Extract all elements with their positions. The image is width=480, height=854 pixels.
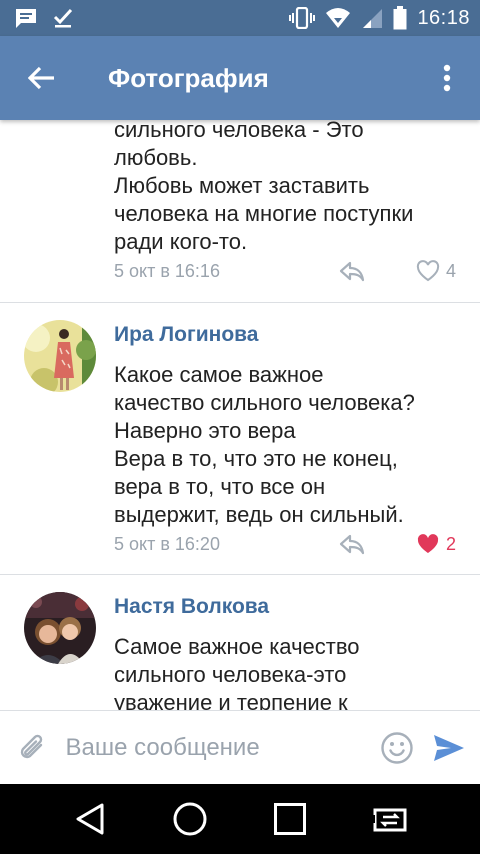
like-count: 4 bbox=[445, 260, 456, 281]
comment-text: Самое важное качество сильного человека-… bbox=[114, 633, 470, 710]
comment-text: Какое самое важное качество сильного чел… bbox=[114, 361, 470, 529]
smiley-icon bbox=[380, 731, 413, 764]
compose-bar bbox=[0, 710, 480, 784]
circle-home-icon bbox=[173, 802, 207, 836]
divider bbox=[0, 302, 480, 303]
reply-icon[interactable] bbox=[338, 260, 366, 282]
attach-button[interactable] bbox=[0, 711, 66, 785]
nav-rotate-button[interactable] bbox=[360, 789, 420, 849]
comment-author[interactable]: Настя Волкова bbox=[114, 595, 269, 619]
back-button[interactable] bbox=[0, 36, 84, 120]
message-notification-icon bbox=[14, 7, 38, 29]
vibrate-icon bbox=[289, 7, 316, 29]
battery-icon bbox=[393, 6, 407, 30]
status-bar: 16:18 bbox=[0, 0, 480, 36]
comment-line: выдержит, ведь он сильный. bbox=[114, 502, 404, 527]
heart-filled-icon bbox=[417, 534, 439, 553]
like-button[interactable]: 2 bbox=[416, 533, 456, 555]
comment-line: вера в то, что все он bbox=[114, 474, 326, 499]
emoji-button[interactable] bbox=[376, 711, 418, 785]
screen-rotate-icon bbox=[371, 808, 407, 832]
nav-recents-button[interactable] bbox=[260, 789, 320, 849]
triangle-back-icon bbox=[76, 803, 104, 835]
nav-home-button[interactable] bbox=[160, 789, 220, 849]
send-button[interactable] bbox=[418, 711, 480, 785]
signal-icon bbox=[361, 7, 383, 29]
comment-line: Самое важное качество bbox=[114, 634, 360, 659]
comment-line: ради кого-то. bbox=[114, 229, 248, 254]
more-vert-icon bbox=[443, 64, 451, 92]
divider bbox=[0, 574, 480, 575]
comments-list[interactable]: сильного человека - Это любовь. Любовь м… bbox=[0, 120, 480, 710]
comment-line: Наверно это вера bbox=[114, 418, 296, 443]
square-recents-icon bbox=[274, 803, 306, 835]
comment-text: сильного человека - Это любовь. Любовь м… bbox=[114, 120, 470, 256]
task-done-icon bbox=[52, 7, 74, 29]
app-bar: Фотография bbox=[0, 36, 480, 120]
comment-author[interactable]: Ира Логинова bbox=[114, 323, 258, 347]
comment-time: 5 окт в 16:20 bbox=[114, 533, 220, 554]
comment-time: 5 окт в 16:16 bbox=[114, 260, 220, 281]
comment-line: сильного человека - Это bbox=[114, 120, 364, 142]
system-nav-bar bbox=[0, 784, 480, 854]
comment-line: уважение и терпение к bbox=[114, 690, 348, 710]
clock: 16:18 bbox=[417, 6, 470, 29]
comment-line: человека на многие поступки bbox=[114, 201, 414, 226]
reply-icon[interactable] bbox=[338, 533, 366, 555]
page-title: Фотография bbox=[108, 62, 269, 93]
comment-line: сильного человека-это bbox=[114, 662, 347, 687]
comment-line: Любовь может заставить bbox=[114, 173, 370, 198]
nav-back-button[interactable] bbox=[60, 789, 120, 849]
avatar[interactable] bbox=[24, 320, 96, 392]
arrow-back-icon bbox=[28, 66, 54, 90]
comment-meta: 5 окт в 16:16 4 bbox=[114, 257, 456, 285]
comment-line: Вера в то, что это не конец, bbox=[114, 446, 398, 471]
comment-meta: 5 окт в 16:20 2 bbox=[114, 530, 456, 558]
heart-outline-icon bbox=[416, 260, 440, 282]
message-input[interactable] bbox=[65, 722, 376, 773]
more-options-button[interactable] bbox=[414, 36, 480, 120]
like-count: 2 bbox=[445, 533, 456, 554]
like-button[interactable]: 4 bbox=[416, 260, 456, 282]
comment-line: качество сильного человека? bbox=[114, 390, 415, 415]
comment-line: любовь. bbox=[114, 145, 198, 170]
send-icon bbox=[433, 734, 464, 761]
comment-line: Какое самое важное bbox=[114, 362, 324, 387]
avatar[interactable] bbox=[24, 592, 96, 664]
wifi-icon bbox=[325, 7, 351, 29]
paperclip-icon bbox=[20, 734, 42, 758]
